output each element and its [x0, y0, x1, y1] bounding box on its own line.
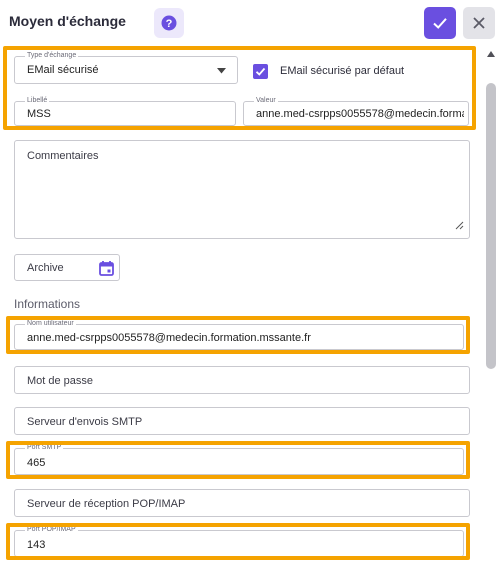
type-echange-value: EMail sécurisé: [27, 64, 99, 76]
chevron-down-icon: [217, 68, 226, 74]
scroll-up-icon[interactable]: [486, 50, 496, 58]
resize-handle-icon[interactable]: [455, 221, 464, 230]
type-echange-label: Type d'échange: [25, 52, 79, 60]
port-pop-field[interactable]: Port POP/IMAP 143: [14, 526, 464, 557]
calendar-icon[interactable]: [99, 260, 114, 276]
default-email-checkbox[interactable]: [253, 64, 268, 79]
commentaires-textarea[interactable]: Commentaires: [14, 140, 470, 239]
mot-de-passe-field[interactable]: Mot de passe: [14, 366, 470, 394]
type-echange-select[interactable]: Type d'échange EMail sécurisé: [14, 52, 238, 84]
port-smtp-label: Port SMTP: [25, 444, 64, 452]
archive-date-field[interactable]: Archive: [14, 254, 120, 281]
serveur-smtp-placeholder: Serveur d'envois SMTP: [27, 416, 143, 428]
serveur-pop-placeholder: Serveur de réception POP/IMAP: [27, 498, 186, 510]
confirm-button[interactable]: [424, 7, 456, 39]
check-icon: [433, 18, 447, 29]
valeur-value: anne.med-csrpps0055578@medecin.formation…: [256, 108, 464, 120]
port-smtp-field[interactable]: Port SMTP 465: [14, 444, 464, 475]
nom-utilisateur-value: anne.med-csrpps0055578@medecin.formation…: [27, 332, 311, 344]
port-pop-value: 143: [27, 539, 46, 551]
close-button[interactable]: [463, 7, 495, 39]
mot-de-passe-placeholder: Mot de passe: [27, 375, 94, 387]
nom-utilisateur-label: Nom utilisateur: [25, 320, 76, 328]
libelle-field[interactable]: Libellé MSS: [14, 97, 236, 126]
valeur-field[interactable]: Valeur anne.med-csrpps0055578@medecin.fo…: [243, 97, 469, 126]
scrollbar-thumb[interactable]: [486, 83, 496, 369]
question-circle-icon: ?: [161, 15, 177, 31]
checkmark-icon: [255, 67, 266, 76]
close-icon: [473, 17, 485, 29]
libelle-label: Libellé: [25, 97, 50, 105]
svg-text:?: ?: [166, 18, 173, 30]
archive-label: Archive: [27, 262, 64, 274]
nom-utilisateur-field[interactable]: Nom utilisateur anne.med-csrpps0055578@m…: [14, 320, 464, 350]
port-pop-label: Port POP/IMAP: [25, 526, 78, 534]
dialog-title: Moyen d'échange: [9, 13, 126, 29]
default-email-checkbox-label[interactable]: EMail sécurisé par défaut: [280, 65, 404, 77]
port-smtp-value: 465: [27, 457, 46, 469]
serveur-pop-field[interactable]: Serveur de réception POP/IMAP: [14, 489, 470, 517]
libelle-value: MSS: [27, 108, 51, 120]
valeur-label: Valeur: [254, 97, 278, 105]
help-button[interactable]: ?: [154, 8, 184, 38]
serveur-smtp-field[interactable]: Serveur d'envois SMTP: [14, 407, 470, 435]
scrollbar[interactable]: [482, 44, 500, 561]
informations-section-title: Informations: [14, 297, 81, 311]
dialog-header: Moyen d'échange ?: [0, 0, 500, 44]
commentaires-placeholder: Commentaires: [27, 150, 99, 162]
